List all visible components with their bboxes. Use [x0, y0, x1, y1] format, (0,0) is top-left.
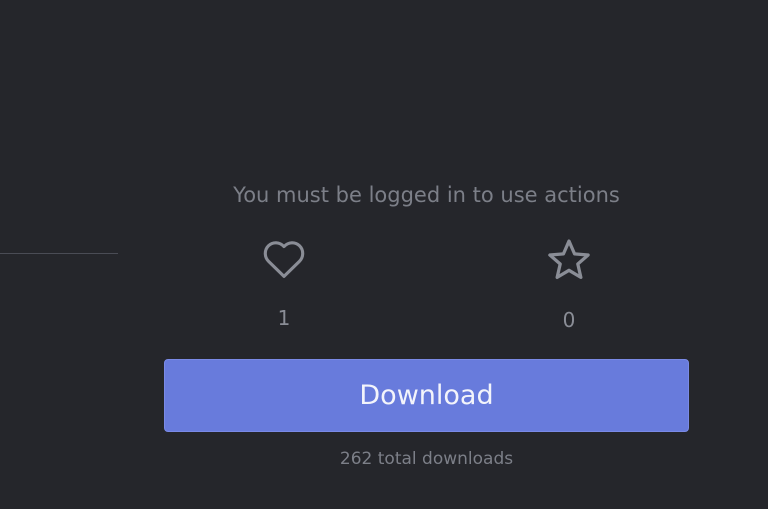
like-action[interactable]: 1 — [244, 238, 324, 330]
login-required-message: You must be logged in to use actions — [233, 183, 620, 207]
star-count: 0 — [562, 308, 576, 332]
total-downloads: 262 total downloads — [339, 449, 514, 469]
star-action[interactable]: 0 — [529, 238, 609, 332]
star-icon[interactable] — [529, 238, 609, 282]
download-panel: You must be logged in to use actions 1 0… — [0, 0, 768, 509]
download-button[interactable]: Download — [164, 359, 689, 432]
divider — [0, 253, 118, 254]
heart-icon[interactable] — [244, 238, 324, 280]
like-count: 1 — [277, 306, 291, 330]
